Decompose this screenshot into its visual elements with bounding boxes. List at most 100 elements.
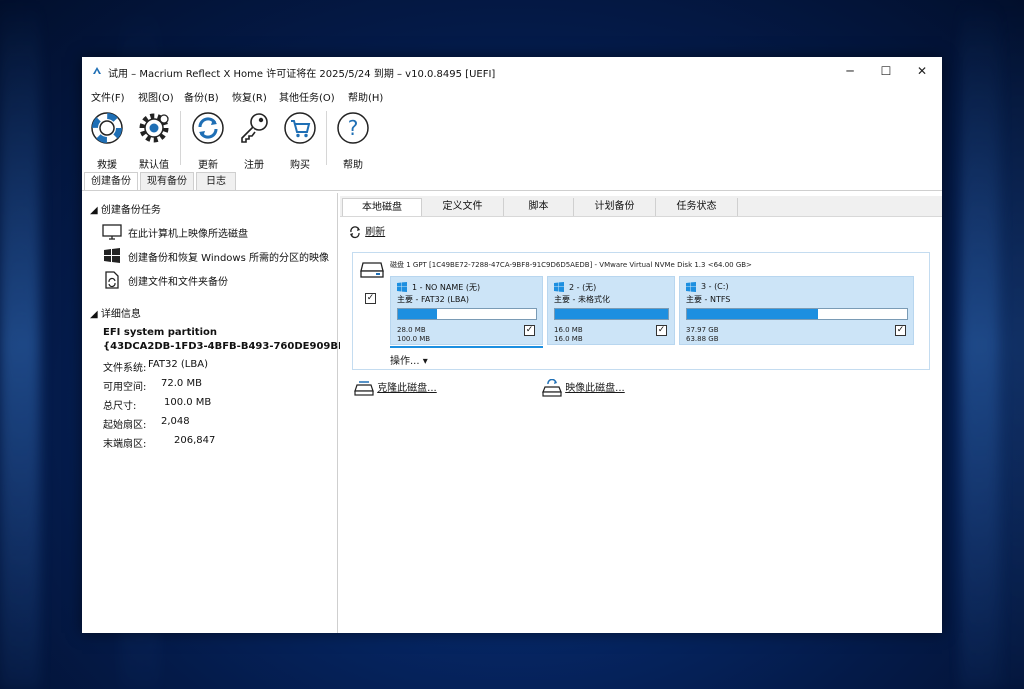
help-label: 帮助 bbox=[343, 160, 363, 171]
usage-bar bbox=[554, 308, 669, 320]
tab-local-disks[interactable]: 本地磁盘 bbox=[342, 198, 422, 216]
prop-free-label: 可用空间: bbox=[103, 382, 147, 393]
cart-icon bbox=[284, 112, 316, 144]
image-disk-label: 映像此磁盘... bbox=[565, 383, 625, 394]
task-image-disk-label: 在此计算机上映像所选磁盘 bbox=[128, 229, 248, 240]
toolbar-separator bbox=[326, 111, 327, 165]
partition-block[interactable]: 1 - NO NAME (无) 主要 - FAT32 (LBA) 28.0 MB… bbox=[390, 276, 543, 345]
refresh-icon bbox=[192, 112, 224, 144]
menu-backup[interactable]: 备份(B) bbox=[184, 89, 219, 104]
task-file-backup[interactable]: 创建文件和文件夹备份 bbox=[102, 271, 332, 291]
partition-used: 16.0 MB bbox=[554, 326, 583, 334]
partition-type: 主要 - FAT32 (LBA) bbox=[397, 295, 469, 304]
partition-guid: {43DCA2DB-1FD3-4BFB-B493-760DE909BE34} bbox=[103, 341, 366, 352]
usage-bar-fill bbox=[555, 309, 668, 319]
create-section-header[interactable]: ◢ 创建备份任务 bbox=[90, 201, 161, 216]
collapse-arrow-icon: ◢ bbox=[90, 205, 98, 216]
tab-definition-files[interactable]: 定义文件 bbox=[422, 198, 504, 216]
partition-block[interactable]: 3 - (C:) 主要 - NTFS 37.97 GB 63.88 GB ✓ bbox=[679, 276, 914, 345]
menu-bar: 文件(F) 视图(O) 备份(B) 恢复(R) 其他任务(O) 帮助(H) bbox=[82, 85, 942, 105]
rescue-label: 救援 bbox=[97, 160, 117, 171]
partition-name: 2 - (无) bbox=[569, 283, 597, 292]
windows-icon bbox=[104, 248, 120, 263]
task-image-windows[interactable]: 创建备份和恢复 Windows 所需的分区的映像 bbox=[102, 247, 332, 267]
collapse-arrow-icon: ◢ bbox=[90, 309, 98, 320]
gear-icon bbox=[139, 113, 169, 143]
disk-checkbox[interactable]: ✓ bbox=[365, 293, 376, 304]
prop-start-label: 起始扇区: bbox=[103, 420, 147, 431]
register-button[interactable]: 注册 bbox=[232, 110, 276, 171]
buy-button[interactable]: 购买 bbox=[278, 110, 322, 171]
partition-total: 16.0 MB bbox=[554, 335, 583, 343]
prop-end-label: 末端扇区: bbox=[103, 439, 147, 450]
prop-size-value: 100.0 MB bbox=[164, 397, 212, 408]
usage-bar bbox=[397, 308, 537, 320]
partition-name: 3 - (C:) bbox=[701, 282, 729, 291]
usage-bar bbox=[686, 308, 908, 320]
task-image-disk[interactable]: 在此计算机上映像所选磁盘 bbox=[102, 223, 332, 243]
partition-block[interactable]: 2 - (无) 主要 - 未格式化 16.0 MB 16.0 MB ✓ bbox=[547, 276, 675, 345]
close-button[interactable]: ✕ bbox=[904, 61, 940, 81]
right-pane: 本地磁盘 定义文件 脚本 计划备份 任务状态 刷新 ✓ 磁盘 1 GPT [1C… bbox=[340, 193, 942, 633]
usage-bar-fill bbox=[687, 309, 818, 319]
prop-filesystem-label: 文件系统: bbox=[103, 363, 147, 374]
prop-end-value: 206,847 bbox=[174, 435, 216, 446]
partition-type: 主要 - 未格式化 bbox=[554, 295, 610, 304]
disk-panel: ✓ 磁盘 1 GPT [1C49BE72-7288-47CA-9BF8-91C9… bbox=[352, 252, 930, 370]
menu-view[interactable]: 视图(O) bbox=[138, 89, 174, 104]
partition-name: EFI system partition bbox=[103, 327, 217, 338]
menu-restore[interactable]: 恢复(R) bbox=[232, 89, 267, 104]
menu-help[interactable]: 帮助(H) bbox=[348, 89, 383, 104]
left-pane: ◢ 创建备份任务 在此计算机上映像所选磁盘 创建备份和恢复 Windows 所需… bbox=[82, 193, 366, 633]
buy-label: 购买 bbox=[290, 160, 310, 171]
monitor-icon bbox=[102, 224, 122, 240]
title-bar[interactable]: 试用 – Macrium Reflect X Home 许可证将在 2025/5… bbox=[82, 57, 942, 85]
toolbar-separator bbox=[180, 111, 181, 165]
update-label: 更新 bbox=[198, 160, 218, 171]
main-tabs: 创建备份 现有备份 日志 bbox=[82, 172, 942, 191]
tab-task-status[interactable]: 任务状态 bbox=[656, 198, 738, 216]
toolbar: 救援 默认值 更新 注册 购买 ? 帮助 bbox=[82, 107, 942, 171]
menu-file[interactable]: 文件(F) bbox=[91, 89, 125, 104]
prop-free-value: 72.0 MB bbox=[161, 378, 202, 389]
tab-create-backup[interactable]: 创建备份 bbox=[84, 172, 138, 190]
help-button[interactable]: ? 帮助 bbox=[331, 110, 375, 171]
lifebuoy-icon bbox=[91, 112, 123, 144]
app-window: 试用 – Macrium Reflect X Home 许可证将在 2025/5… bbox=[82, 57, 942, 633]
disk-tabs: 本地磁盘 定义文件 脚本 计划备份 任务状态 bbox=[340, 196, 942, 217]
menu-other-tasks[interactable]: 其他任务(O) bbox=[279, 89, 335, 104]
refresh-label: 刷新 bbox=[365, 227, 386, 238]
tab-scheduled-backups[interactable]: 计划备份 bbox=[574, 198, 656, 216]
tab-log[interactable]: 日志 bbox=[196, 172, 236, 190]
partition-used: 37.97 GB bbox=[686, 326, 719, 334]
partition-checkbox[interactable]: ✓ bbox=[656, 325, 667, 336]
prop-filesystem-value: FAT32 (LBA) bbox=[148, 359, 208, 370]
partition-checkbox[interactable]: ✓ bbox=[524, 325, 535, 336]
maximize-button[interactable]: ☐ bbox=[868, 61, 904, 81]
register-label: 注册 bbox=[244, 160, 264, 171]
clone-disk-label: 克隆此磁盘... bbox=[377, 383, 437, 394]
image-disk-link[interactable]: 映像此磁盘... bbox=[542, 378, 625, 397]
refresh-icon bbox=[350, 226, 360, 239]
prop-start-value: 2,048 bbox=[161, 416, 190, 427]
partition-total: 63.88 GB bbox=[686, 335, 719, 343]
selected-partition-indicator bbox=[390, 346, 543, 348]
app-logo-icon bbox=[93, 67, 101, 74]
rescue-button[interactable]: 救援 bbox=[85, 110, 129, 171]
tab-existing-backups[interactable]: 现有备份 bbox=[140, 172, 194, 190]
hard-disk-icon bbox=[360, 262, 384, 278]
partition-checkbox[interactable]: ✓ bbox=[895, 325, 906, 336]
refresh-link[interactable]: 刷新 bbox=[348, 223, 385, 239]
task-image-windows-label: 创建备份和恢复 Windows 所需的分区的映像 bbox=[128, 253, 329, 264]
windows-icon bbox=[554, 282, 564, 292]
prop-size-label: 总尺寸: bbox=[103, 401, 137, 412]
minimize-button[interactable]: ─ bbox=[832, 61, 868, 81]
tab-scripts[interactable]: 脚本 bbox=[504, 198, 574, 216]
clone-disk-icon bbox=[354, 381, 374, 396]
details-section-header[interactable]: ◢ 详细信息 bbox=[90, 305, 141, 320]
clone-disk-link[interactable]: 克隆此磁盘... bbox=[354, 379, 437, 397]
actions-dropdown[interactable]: 操作... ▾ bbox=[390, 352, 428, 367]
partition-name: 1 - NO NAME (无) bbox=[412, 283, 481, 292]
defaults-button[interactable]: 默认值 bbox=[132, 110, 176, 171]
update-button[interactable]: 更新 bbox=[186, 110, 230, 171]
